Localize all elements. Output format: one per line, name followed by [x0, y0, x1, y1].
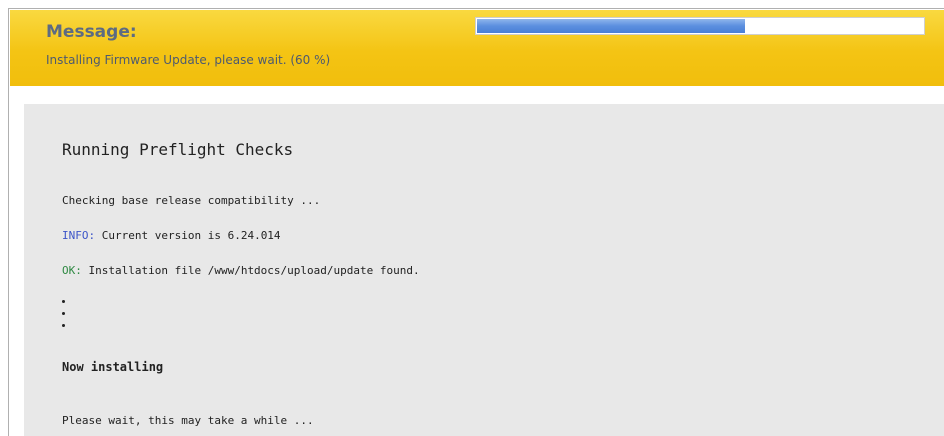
ellipsis-dot: [62, 324, 65, 327]
info-tag: INFO:: [62, 229, 96, 242]
log-panel: Running Preflight Checks Checking base r…: [24, 104, 944, 436]
info-text: Current version is 6.24.014: [95, 229, 281, 242]
ok-tag: OK:: [62, 264, 82, 277]
log-heading: Running Preflight Checks: [62, 140, 294, 159]
log-line-info: INFO: Current version is 6.24.014: [62, 229, 281, 242]
progress-bar: [475, 17, 925, 35]
log-line-checking: Checking base release compatibility ...: [62, 194, 321, 207]
ellipsis-dot: [62, 312, 65, 315]
message-text: Installing Firmware Update, please wait.…: [46, 53, 331, 67]
message-banner: Message: Installing Firmware Update, ple…: [10, 10, 944, 86]
now-installing-label: Now installing: [62, 360, 164, 374]
log-line-wait: Please wait, this may take a while ...: [62, 414, 314, 427]
message-title: Message:: [46, 22, 137, 42]
progress-bar-fill: [477, 19, 745, 33]
log-line-ok: OK: Installation file /www/htdocs/upload…: [62, 264, 420, 277]
ellipsis-dot: [62, 300, 65, 303]
ok-text: Installation file /www/htdocs/upload/upd…: [81, 264, 420, 277]
